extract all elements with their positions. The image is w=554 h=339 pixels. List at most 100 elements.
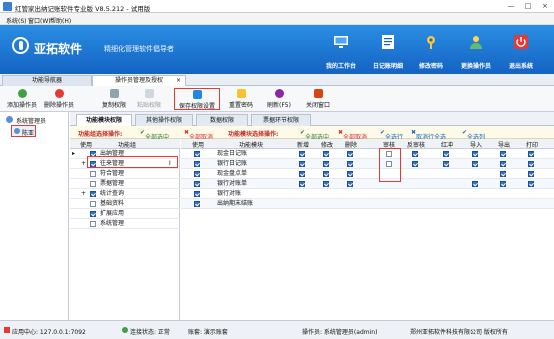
permission-checkbox[interactable]	[412, 161, 418, 167]
permission-checkbox[interactable]	[299, 171, 305, 177]
select-column-link[interactable]: ✔ 全选列	[462, 129, 485, 141]
tree-item-chenya[interactable]: 陈亚	[11, 125, 36, 137]
permission-checkbox[interactable]	[528, 181, 534, 187]
permission-checkbox[interactable]	[472, 181, 478, 187]
permission-checkbox[interactable]	[299, 161, 305, 167]
module-row[interactable]: 出纳期末结账	[181, 199, 554, 209]
permission-checkbox[interactable]	[323, 181, 329, 187]
brand-name: 亚拓软件	[34, 42, 83, 56]
tab-bill-permissions[interactable]: 票据环节权限	[251, 114, 311, 126]
module-row[interactable]: 现金日记账	[181, 149, 554, 159]
permission-checkbox[interactable]	[443, 161, 449, 167]
copy-permissions-button[interactable]: 复制权限	[99, 88, 129, 110]
permission-checkbox[interactable]	[299, 181, 305, 187]
group-use-checkbox[interactable]	[90, 221, 96, 227]
permission-checkbox[interactable]	[500, 151, 506, 157]
monitor-icon	[334, 36, 348, 48]
tab-data-permissions[interactable]: 数据权限	[196, 114, 248, 126]
module-use-checkbox[interactable]	[194, 151, 200, 157]
delete-operator-button[interactable]: 删除操作员	[40, 88, 78, 110]
maximize-button[interactable]: □	[522, 2, 534, 11]
save-permissions-button[interactable]: 保存权限设置	[174, 88, 220, 110]
app-header: 亚拓软件 精细化管理软件倡导者 我的工作台 日记账明细 修改密码 更换操作员 退…	[0, 25, 554, 74]
menu-help[interactable]: 帮助(H)	[50, 16, 71, 25]
cancel-row-link[interactable]: ✖ 取消行全选	[411, 129, 446, 141]
group-row[interactable]: 符合管理	[70, 169, 180, 179]
group-use-checkbox[interactable]	[90, 201, 96, 207]
module-use-checkbox[interactable]	[194, 201, 200, 207]
group-use-checkbox[interactable]	[90, 191, 96, 197]
close-button[interactable]: ×	[539, 2, 551, 11]
menu-window[interactable]: 窗口(W)	[28, 16, 51, 25]
title-bar: 红管家出纳记账软件专业版 V8.5.212 - 试用版 — □ ×	[0, 0, 554, 13]
permission-checkbox[interactable]	[323, 171, 329, 177]
connection-status: 连接状态: 正常	[130, 329, 170, 336]
permission-checkbox[interactable]	[528, 151, 534, 157]
module-row[interactable]: 现金盘点单	[181, 169, 554, 179]
expand-toggle[interactable]: +	[81, 159, 86, 168]
group-use-checkbox[interactable]	[90, 171, 96, 177]
group-use-checkbox[interactable]	[90, 181, 96, 187]
user-icon	[6, 116, 13, 123]
permission-checkbox[interactable]	[412, 151, 418, 157]
module-row[interactable]: 银行对账	[181, 189, 554, 199]
permission-checkbox[interactable]	[299, 151, 305, 157]
module-label: 银行对账单	[217, 180, 248, 187]
add-operator-button[interactable]: 添加操作员	[4, 88, 40, 110]
module-label: 银行对账	[217, 190, 242, 197]
permission-checkbox[interactable]	[443, 151, 449, 157]
toolbar: 添加操作员 删除操作员 复制权限 粘贴权限 保存权限设置 重置密码 刷新(F5)…	[0, 86, 554, 112]
workbench-button[interactable]: 我的工作台	[314, 31, 368, 71]
reset-password-button[interactable]: 重置密码	[226, 88, 256, 110]
permission-checkbox[interactable]	[500, 181, 506, 187]
permission-checkbox[interactable]	[500, 171, 506, 177]
tab-close-icon[interactable]: ×	[176, 76, 181, 86]
module-label: 出纳期末结账	[217, 200, 254, 207]
group-row[interactable]: + 统计查询	[70, 189, 180, 199]
tab-module-permissions[interactable]: 功能模块权限	[76, 114, 132, 126]
tab-other-permissions[interactable]: 其他操作权限	[135, 114, 193, 126]
close-window-button[interactable]: 关闭窗口	[302, 88, 334, 110]
module-use-checkbox[interactable]	[194, 191, 200, 197]
brand-slogan: 精细化管理软件倡导者	[104, 45, 174, 53]
module-use-checkbox[interactable]	[194, 181, 200, 187]
group-cancel-all-link[interactable]: ✖ 全部取消	[184, 129, 213, 141]
permission-checkbox[interactable]	[323, 151, 329, 157]
module-cancel-all-link[interactable]: ✖ 全部取消	[338, 129, 367, 141]
module-row[interactable]: 银行对账单	[181, 179, 554, 189]
permission-checkbox[interactable]	[528, 171, 534, 177]
menu-system[interactable]: 系统(S)	[6, 16, 27, 25]
group-select-all-link[interactable]: ✔ 全部选中	[140, 129, 169, 141]
paste-permissions-button[interactable]: 粘贴权限	[134, 88, 164, 110]
module-table-header: 使用 功能模块 新增 修改 删除 审核 反审核 红冲 导入 导出 打印	[181, 139, 554, 149]
permission-checkbox[interactable]	[528, 161, 534, 167]
permission-checkbox[interactable]	[500, 161, 506, 167]
exit-system-button[interactable]: 退出系统	[494, 31, 548, 71]
connection-icon	[122, 327, 128, 333]
module-row[interactable]: I 银行日记账	[169, 159, 554, 169]
group-row[interactable]: 扩展应用	[70, 209, 180, 219]
group-label: 基础资料	[100, 200, 125, 207]
tab-operator-management[interactable]: 操作员管理及授权 ×	[92, 75, 186, 86]
group-row[interactable]: 基础资料	[70, 199, 180, 209]
select-row-link[interactable]: ✔ 全选行	[380, 129, 403, 141]
module-use-checkbox[interactable]	[194, 161, 200, 167]
group-row[interactable]: 票据管理	[70, 179, 180, 189]
permission-checkbox[interactable]	[347, 181, 353, 187]
tab-navigator[interactable]: 功能导航器	[2, 75, 92, 86]
selected-group-highlight	[87, 156, 178, 168]
refresh-button[interactable]: 刷新(F5)	[262, 88, 296, 110]
permission-checkbox[interactable]	[323, 161, 329, 167]
group-row[interactable]: 系统管理	[70, 219, 180, 229]
tree-item-admin[interactable]: 系统管理员	[3, 115, 67, 125]
permission-checkbox[interactable]	[472, 161, 478, 167]
permission-checkbox[interactable]	[472, 151, 478, 157]
module-select-all-link[interactable]: ✔ 全部选中	[300, 129, 329, 141]
permission-checkbox[interactable]	[347, 161, 353, 167]
module-use-checkbox[interactable]	[194, 171, 200, 177]
permission-checkbox[interactable]	[347, 151, 353, 157]
minimize-button[interactable]: —	[505, 2, 517, 11]
group-use-checkbox[interactable]	[90, 211, 96, 217]
expand-toggle[interactable]: +	[81, 189, 86, 198]
permission-checkbox[interactable]	[347, 171, 353, 177]
